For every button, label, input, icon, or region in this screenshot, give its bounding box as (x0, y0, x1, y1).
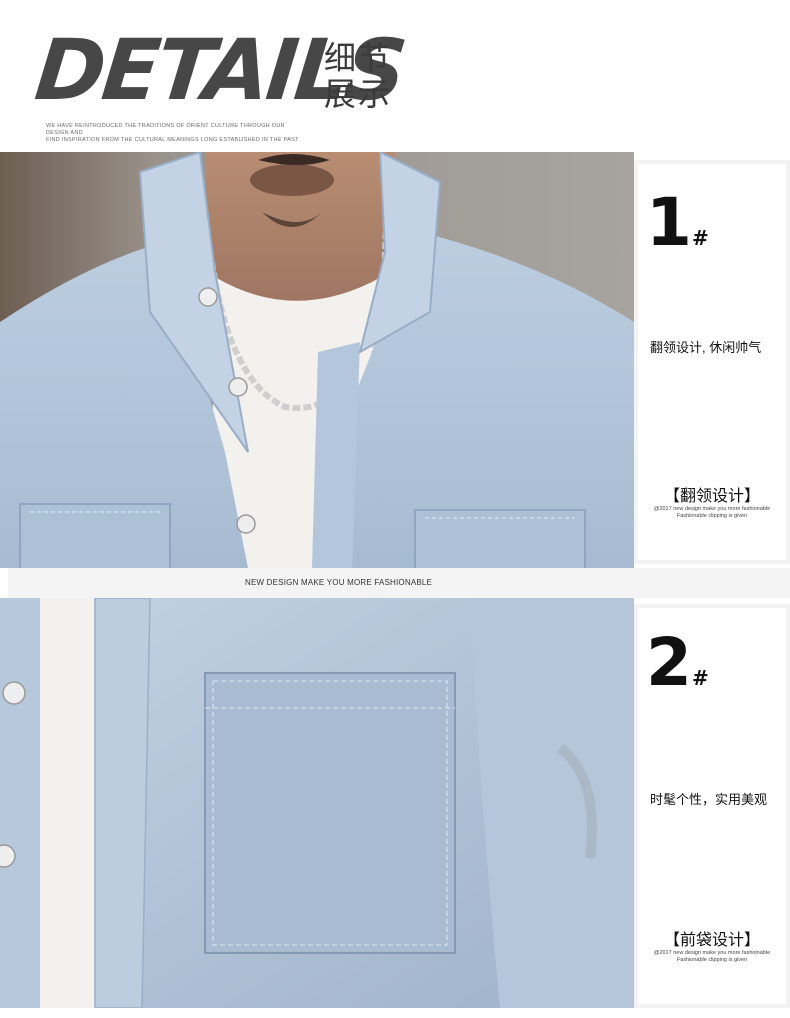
detail-1-small-line2: Fashionable clipping is given (676, 513, 748, 519)
tagline-line2: FIND INSPIRATION FROM THE CULTURAL MEANI… (46, 137, 299, 143)
detail-1-small-line1: @2017 new design make you more fashionab… (653, 506, 771, 512)
details-title-cn: 细节 展示 (324, 40, 392, 112)
detail-number-2-digit: 2 (646, 624, 692, 701)
pocket-photo-illustration (0, 598, 634, 1008)
detail-2-small-text: @2017 new design make you more fashionab… (638, 950, 786, 964)
title-cn-line1: 细节 (324, 39, 393, 77)
detail-2-small-line1: @2017 new design make you more fashionab… (653, 950, 771, 956)
divider-text: NEW DESIGN MAKE YOU MORE FASHIONABLE (245, 578, 433, 587)
detail-panel-2: 2 # 时髦个性，实用美观 【前袋设计】 @2017 new design mak… (634, 604, 790, 1008)
detail-panel-1: 1 # 翻领设计, 休闲帅气 【翻领设计】 @2017 new design ma… (634, 160, 790, 564)
detail-2-feature: 【前袋设计】 (663, 930, 760, 949)
detail-1-small-text: @2017 new design make you more fashionab… (638, 506, 786, 520)
detail-1-feature: 【翻领设计】 (663, 486, 760, 505)
detail-number-1-hash: # (691, 226, 709, 250)
header-tagline: WE HAVE REINTRODUCED THE TRADITIONS OF O… (46, 123, 306, 144)
title-cn-line2: 展示 (324, 75, 393, 113)
detail-number-2: 2 # (646, 630, 709, 696)
tagline-line1: WE HAVE REINTRODUCED THE TRADITIONS OF O… (46, 123, 285, 136)
pocket-detail-photo (0, 598, 634, 1008)
detail-number-1: 1 # (646, 190, 709, 256)
detail-2-description: 时髦个性，实用美观 (650, 792, 768, 807)
collar-photo-illustration (0, 152, 634, 568)
detail-1-description: 翻领设计, 休闲帅气 (650, 340, 762, 355)
detail-2-small-line2: Fashionable clipping is given (676, 957, 748, 963)
details-header: DETAILS 细节 展示 WE HAVE REINTRODUCED THE T… (0, 0, 790, 150)
collar-detail-photo (0, 152, 634, 568)
detail-number-2-hash: # (691, 666, 709, 690)
detail-number-1-digit: 1 (646, 184, 692, 261)
